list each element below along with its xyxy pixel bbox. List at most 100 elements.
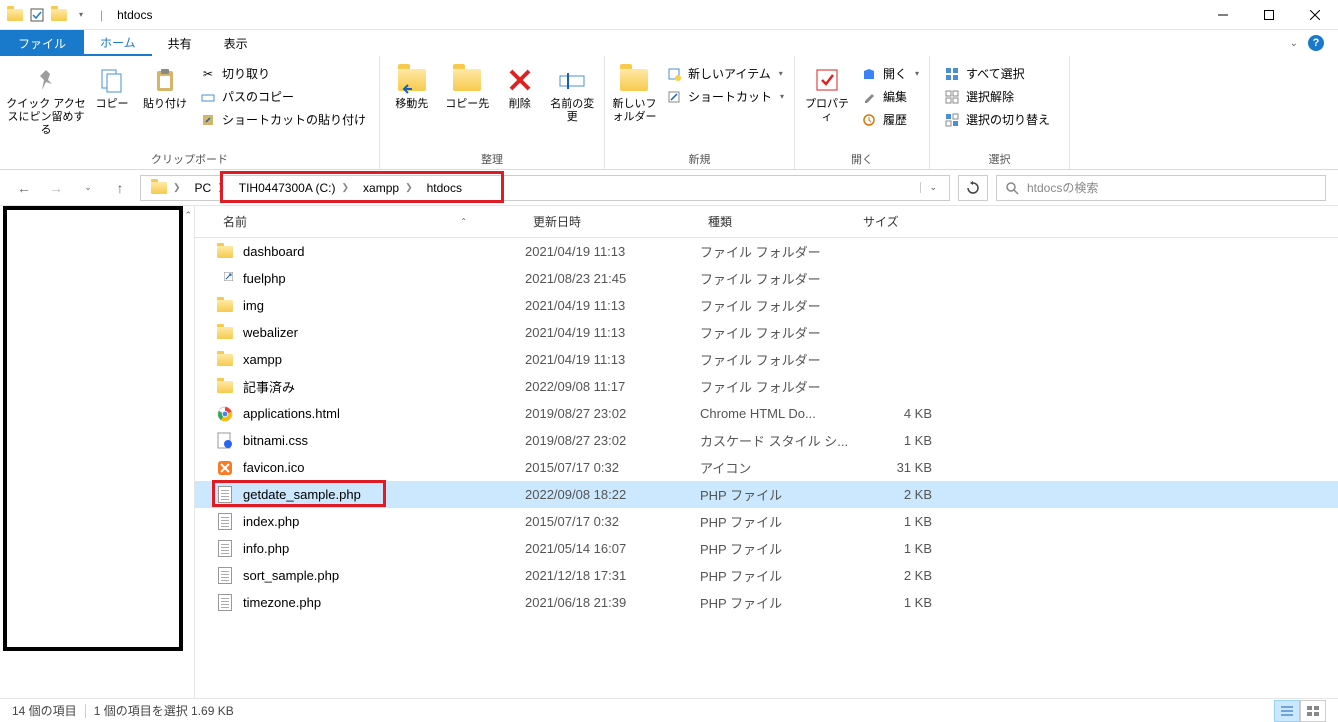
new-shortcut-button[interactable]: ショートカット▾ xyxy=(662,87,788,106)
file-row[interactable]: fuelphp 2021/08/23 21:45ファイル フォルダー xyxy=(195,265,1338,292)
file-row[interactable]: dashboard2021/04/19 11:13ファイル フォルダー xyxy=(195,238,1338,265)
bc-htdocs[interactable]: htdocs xyxy=(421,176,468,200)
sort-caret-icon: ⌃ xyxy=(460,217,517,226)
file-row[interactable]: timezone.php2021/06/18 21:39PHP ファイル1 KB xyxy=(195,589,1338,616)
file-date: 2021/08/23 21:45 xyxy=(525,271,700,286)
breadcrumb-dropdown-icon[interactable]: ⌄ xyxy=(920,182,945,193)
status-selection: 1 個の項目を選択 1.69 KB xyxy=(94,702,234,719)
tab-view[interactable]: 表示 xyxy=(208,30,264,56)
column-size[interactable]: サイズ xyxy=(855,213,940,230)
path-icon xyxy=(200,89,216,105)
file-date: 2021/04/19 11:13 xyxy=(525,244,700,259)
move-to-button[interactable]: 移動先 xyxy=(386,60,437,111)
file-type: ファイル フォルダー xyxy=(700,269,855,288)
file-row[interactable]: sort_sample.php2021/12/18 17:31PHP ファイル2… xyxy=(195,562,1338,589)
file-name: index.php xyxy=(243,514,299,529)
new-folder-button[interactable]: 新しいフォルダー xyxy=(611,60,658,124)
file-row[interactable]: img2021/04/19 11:13ファイル フォルダー xyxy=(195,292,1338,319)
copy-path-button[interactable]: パスのコピー xyxy=(196,87,370,106)
file-row[interactable]: info.php2021/05/14 16:07PHP ファイル1 KB xyxy=(195,535,1338,562)
new-item-label: 新しいアイテム xyxy=(688,65,771,82)
file-icon xyxy=(215,593,235,613)
bc-pc[interactable]: PC❯ xyxy=(189,176,231,200)
copy-path-label: パスのコピー xyxy=(222,88,294,105)
bc-xampp[interactable]: xampp❯ xyxy=(357,176,419,200)
help-icon[interactable]: ? xyxy=(1308,35,1324,51)
nav-collapse-icon[interactable]: ⌃ xyxy=(184,210,192,221)
file-name: sort_sample.php xyxy=(243,568,339,583)
minimize-button[interactable] xyxy=(1200,0,1246,30)
delete-button[interactable]: 削除 xyxy=(497,60,543,111)
file-row[interactable]: webalizer2021/04/19 11:13ファイル フォルダー xyxy=(195,319,1338,346)
ribbon: クイック アクセスにピン留めする コピー 貼り付け ✂切り取り パスのコピー シ… xyxy=(0,56,1338,170)
file-row[interactable]: bitnami.css2019/08/27 23:02カスケード スタイル シ.… xyxy=(195,427,1338,454)
properties-button[interactable]: プロパティ xyxy=(801,60,853,124)
file-icon xyxy=(215,350,235,370)
close-button[interactable] xyxy=(1292,0,1338,30)
recent-locations-button[interactable]: ⌄ xyxy=(76,176,100,200)
breadcrumb[interactable]: ❯ PC❯ TIH0447300A (C:)❯ xampp❯ htdocs ⌄ xyxy=(140,175,950,201)
file-row[interactable]: 記事済み2022/09/08 11:17ファイル フォルダー xyxy=(195,373,1338,400)
pin-to-quick-access-button[interactable]: クイック アクセスにピン留めする xyxy=(6,60,86,138)
back-button[interactable]: ← xyxy=(12,176,36,200)
file-icon xyxy=(215,323,235,343)
paste-button[interactable]: 貼り付け xyxy=(138,60,192,111)
search-icon xyxy=(1005,181,1019,195)
column-type[interactable]: 種類 xyxy=(700,213,855,230)
column-name[interactable]: 名前⌃ xyxy=(215,213,525,230)
details-view-button[interactable] xyxy=(1274,700,1300,722)
rename-button[interactable]: 名前の変更 xyxy=(547,60,598,124)
move-to-label: 移動先 xyxy=(395,98,428,111)
qat-folder-icon[interactable] xyxy=(50,6,68,24)
search-input[interactable]: htdocsの検索 xyxy=(996,175,1326,201)
maximize-button[interactable] xyxy=(1246,0,1292,30)
new-folder-label: 新しいフォルダー xyxy=(611,98,658,124)
edit-button[interactable]: 編集 xyxy=(857,87,923,106)
organize-group-label: 整理 xyxy=(386,149,598,167)
tab-share[interactable]: 共有 xyxy=(152,30,208,56)
tab-home[interactable]: ホーム xyxy=(84,30,152,56)
file-name: img xyxy=(243,298,264,313)
file-date: 2021/06/18 21:39 xyxy=(525,595,700,610)
file-row[interactable]: favicon.ico2015/07/17 0:32アイコン31 KB xyxy=(195,454,1338,481)
file-icon xyxy=(215,377,235,397)
up-button[interactable]: ↑ xyxy=(108,176,132,200)
select-none-button[interactable]: 選択解除 xyxy=(940,87,1054,106)
file-row[interactable]: index.php2015/07/17 0:32PHP ファイル1 KB xyxy=(195,508,1338,535)
file-date: 2021/04/19 11:13 xyxy=(525,325,700,340)
file-type: アイコン xyxy=(700,458,855,477)
new-item-button[interactable]: 新しいアイテム▾ xyxy=(662,64,788,83)
file-row[interactable]: getdate_sample.php2022/09/08 18:22PHP ファ… xyxy=(195,481,1338,508)
status-bar: 14 個の項目 1 個の項目を選択 1.69 KB xyxy=(0,698,1338,722)
collapse-ribbon-icon[interactable]: ⌄ xyxy=(1290,38,1298,49)
qat-dropdown-icon[interactable]: ▾ xyxy=(72,6,90,24)
copy-button[interactable]: コピー xyxy=(90,60,134,111)
history-button[interactable]: 履歴 xyxy=(857,110,923,129)
history-icon xyxy=(861,112,877,128)
forward-button[interactable]: → xyxy=(44,176,68,200)
file-row[interactable]: xampp2021/04/19 11:13ファイル フォルダー xyxy=(195,346,1338,373)
select-all-button[interactable]: すべて選択 xyxy=(940,64,1054,83)
file-date: 2021/04/19 11:13 xyxy=(525,352,700,367)
cut-button[interactable]: ✂切り取り xyxy=(196,64,370,83)
column-date[interactable]: 更新日時 xyxy=(525,213,700,230)
invert-selection-button[interactable]: 選択の切り替え xyxy=(940,110,1054,129)
file-name: fuelphp xyxy=(243,271,286,286)
paste-shortcut-button[interactable]: ショートカットの貼り付け xyxy=(196,110,370,129)
bc-folder-icon[interactable]: ❯ xyxy=(145,176,187,200)
navigation-pane[interactable]: ⌃ xyxy=(0,206,195,698)
bc-drive[interactable]: TIH0447300A (C:)❯ xyxy=(233,176,355,200)
refresh-button[interactable] xyxy=(958,175,988,201)
scissors-icon: ✂ xyxy=(200,66,216,82)
copy-to-button[interactable]: コピー先 xyxy=(441,60,492,111)
file-icon xyxy=(215,296,235,316)
ribbon-tab-row: ファイル ホーム 共有 表示 ⌄ ? xyxy=(0,30,1338,56)
qat-properties-icon[interactable] xyxy=(28,6,46,24)
thumbnails-view-button[interactable] xyxy=(1300,700,1326,722)
file-type: PHP ファイル xyxy=(700,539,855,558)
tab-file[interactable]: ファイル xyxy=(0,30,84,56)
copy-icon xyxy=(96,64,128,96)
file-row[interactable]: applications.html2019/08/27 23:02Chrome … xyxy=(195,400,1338,427)
open-button[interactable]: 開く▾ xyxy=(857,64,923,83)
file-size: 1 KB xyxy=(855,595,940,610)
